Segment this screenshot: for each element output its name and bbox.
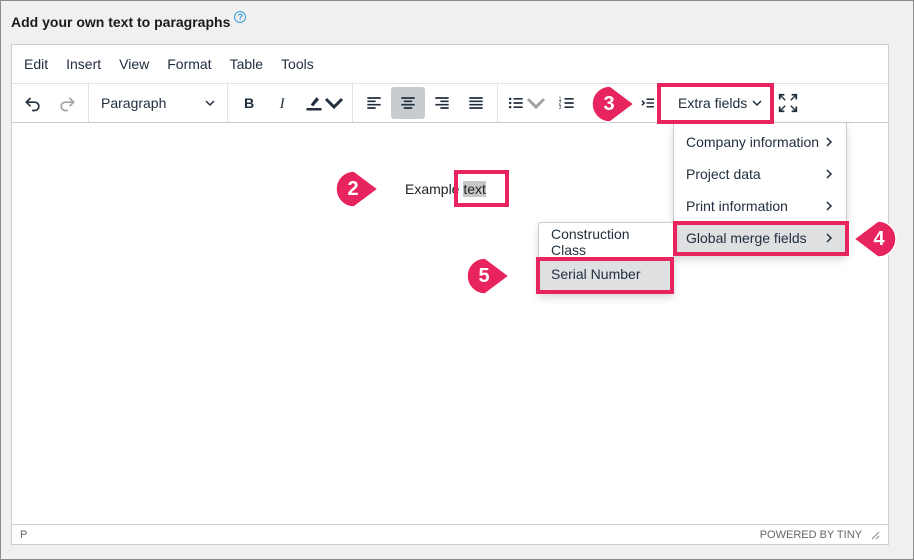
numbered-list-button[interactable]: 123 [550,87,584,119]
align-left-icon [367,97,381,109]
format-select-group: Paragraph [89,84,228,122]
svg-text:3: 3 [559,105,562,111]
align-justify-button[interactable] [459,87,493,119]
svg-text:I: I [279,96,286,112]
align-right-button[interactable] [425,87,459,119]
menu-table[interactable]: Table [221,56,272,72]
align-center-button[interactable] [391,87,425,119]
block-format-label: Paragraph [101,95,167,111]
redo-icon [60,97,75,112]
menu-item-label: Project data [686,166,761,182]
bold-button[interactable]: B [232,87,266,119]
menu-item-label: Print information [686,198,788,214]
chevron-right-icon [826,137,833,147]
highlight-box-extra-fields [657,83,774,124]
bullet-list-button[interactable] [502,87,550,119]
fullscreen-button[interactable] [777,92,799,114]
menu-item-label: Construction Class [551,226,630,258]
page-frame: Add your own text to paragraphs ? Edit I… [0,0,914,560]
align-justify-icon [469,97,483,109]
block-format-select[interactable]: Paragraph [93,87,223,119]
align-center-icon [401,97,415,109]
section-heading: Add your own text to paragraphs ? [11,11,247,30]
callout-marker-2: 2 [334,169,380,209]
chevron-down-icon [324,97,344,110]
align-left-button[interactable] [357,87,391,119]
menu-item-print-information[interactable]: Print information [674,190,846,222]
svg-text:B: B [244,96,254,112]
highlight-box-selected-text [454,170,509,207]
align-right-icon [435,97,449,109]
outdent-icon [641,98,654,108]
numbered-list-icon: 123 [559,97,574,111]
redo-button[interactable] [50,87,84,119]
heading-text: Add your own text to paragraphs [11,14,231,30]
callout-number: 3 [603,93,615,115]
chevron-right-icon [826,201,833,211]
menu-format[interactable]: Format [158,56,220,72]
undo-button[interactable] [16,87,50,119]
powered-by-label[interactable]: POWERED BY TINY [760,529,862,541]
undo-icon [25,97,40,112]
help-icon[interactable]: ? [234,11,247,23]
highlight-color-button[interactable] [300,87,348,119]
callout-number: 2 [347,178,359,200]
callout-marker-5: 5 [465,256,511,296]
callout-marker-3: 3 [590,84,636,124]
chevron-right-icon [826,169,833,179]
element-path[interactable]: P [20,529,27,541]
callout-number: 5 [478,265,490,287]
bullet-list-icon [508,97,523,109]
menu-tools[interactable]: Tools [272,56,323,72]
menu-view[interactable]: View [110,56,158,72]
outdent-button[interactable] [639,89,657,117]
resize-handle-icon[interactable] [870,530,880,540]
history-group [12,84,89,122]
fullscreen-icon [778,93,798,113]
menu-item-company-information[interactable]: Company information [674,126,846,158]
chevron-down-icon [205,100,215,107]
menu-edit[interactable]: Edit [15,56,57,72]
menu-item-project-data[interactable]: Project data [674,158,846,190]
alignment-group [353,84,498,122]
italic-icon: I [279,96,286,112]
italic-button[interactable]: I [266,87,300,119]
highlighter-icon [306,97,322,111]
chevron-down-icon [526,97,546,110]
editor-statusbar: P POWERED BY TINY [12,524,888,544]
callout-number: 4 [873,228,885,250]
highlight-box-global-merge-fields [673,221,849,256]
callout-marker-4: 4 [852,219,898,259]
highlight-box-serial-number [536,257,674,294]
menu-item-construction-class[interactable]: Construction Class [539,226,673,258]
menu-item-label: Company information [686,134,820,150]
text-style-group: B I [228,84,353,122]
editor-menubar: Edit Insert View Format Table Tools [12,45,888,84]
list-group: 123 [498,84,588,122]
menu-insert[interactable]: Insert [57,56,110,72]
bold-icon: B [244,96,254,112]
